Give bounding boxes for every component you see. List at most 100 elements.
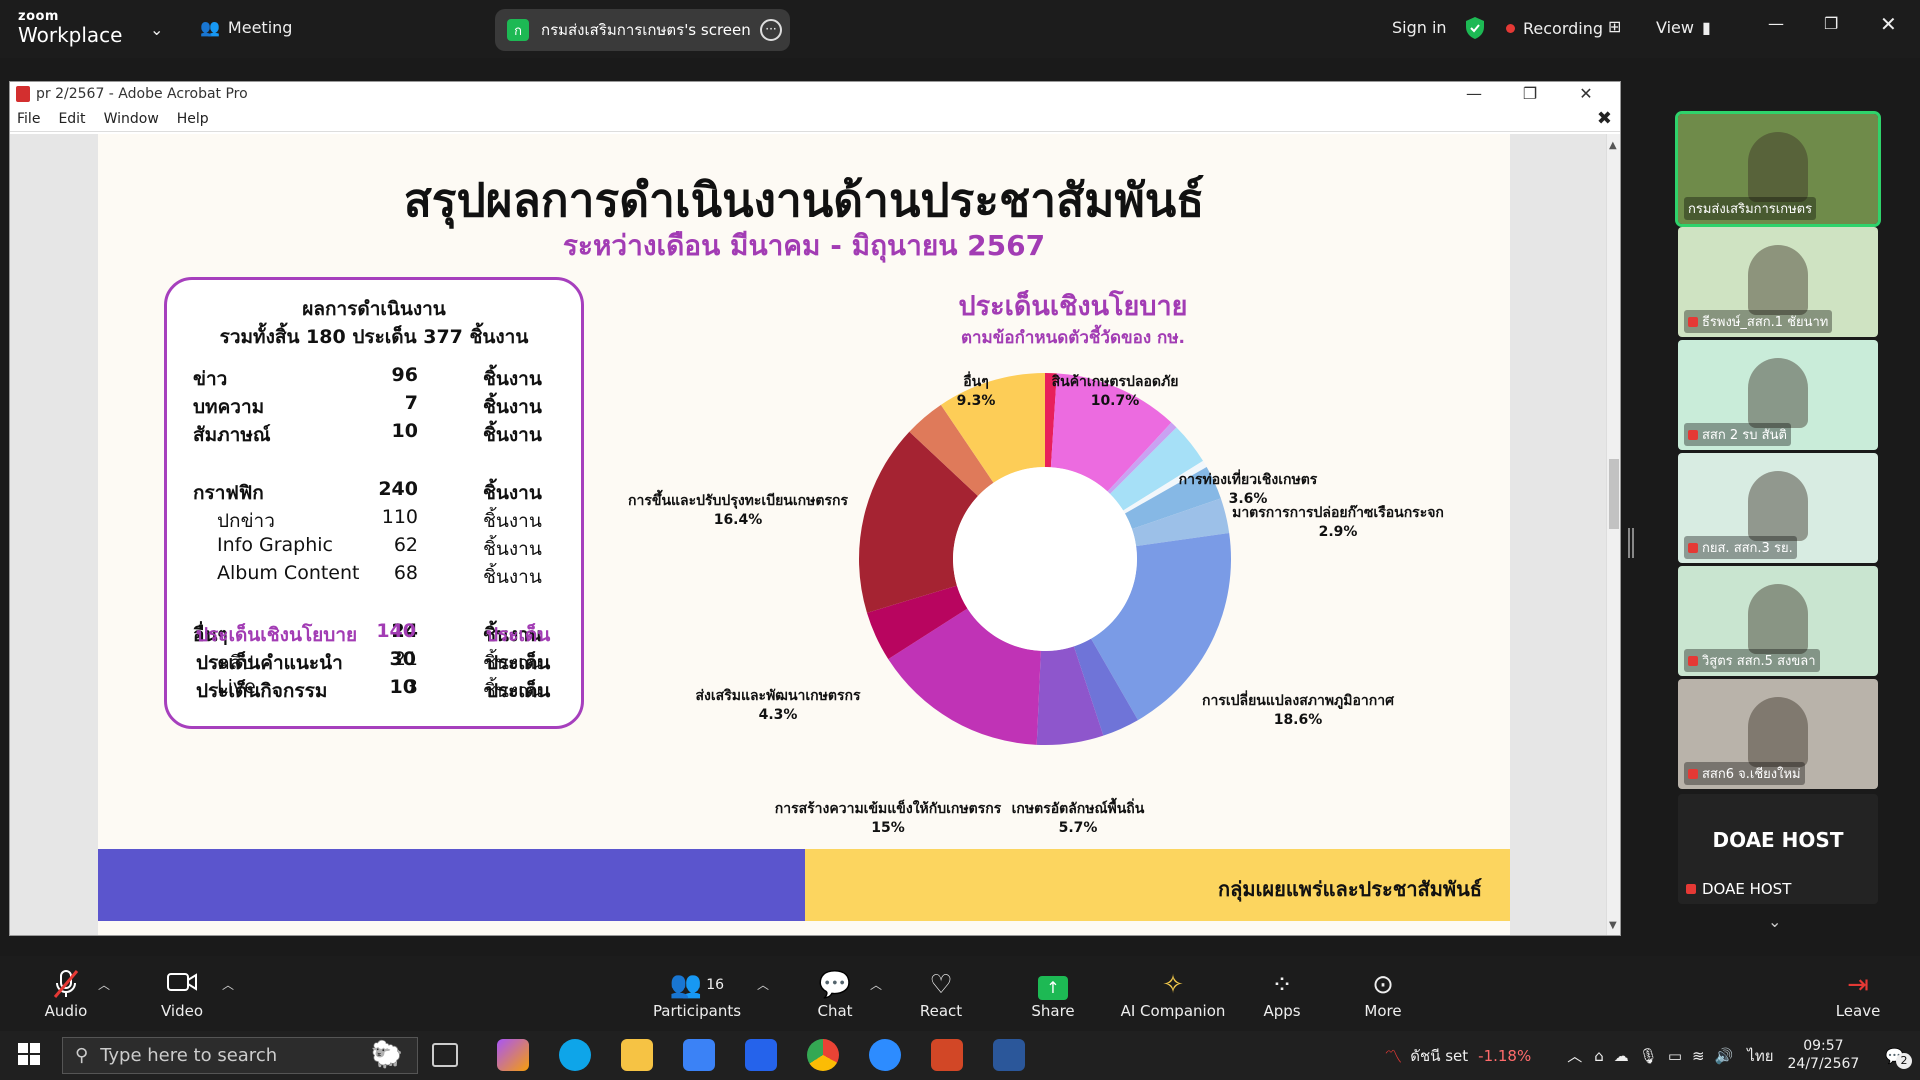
camera-icon bbox=[132, 968, 232, 1002]
participant-avatar bbox=[1748, 132, 1808, 202]
edge-icon[interactable] bbox=[559, 1039, 591, 1071]
document-viewport[interactable]: สรุปผลการดำเนินงานด้านประชาสัมพันธ์ ระหว… bbox=[10, 134, 1608, 935]
video-options-caret-icon[interactable]: ︿ bbox=[222, 976, 234, 993]
network-icon[interactable]: ⌂ bbox=[1594, 1047, 1604, 1065]
slice-label-name: การขึ้นและปรับปรุงทะเบียนเกษตรกร bbox=[628, 493, 848, 509]
slice-label-name: อื่นๆ bbox=[963, 374, 989, 390]
chevron-up-icon[interactable]: ︿ bbox=[1567, 1045, 1582, 1066]
word-icon[interactable] bbox=[993, 1039, 1025, 1071]
restore-icon[interactable]: ❐ bbox=[1824, 14, 1838, 33]
apps-icon: ⁘ bbox=[1271, 970, 1293, 1000]
cloud-icon[interactable]: ☁ bbox=[1614, 1047, 1629, 1065]
powerpoint-icon[interactable] bbox=[931, 1039, 963, 1071]
close-icon[interactable]: ✕ bbox=[1880, 12, 1897, 36]
windows-taskbar: ⚲ Type here to search 🐑 〽 ดัชนี set -1.1… bbox=[0, 1031, 1920, 1080]
slice-label: การเปลี่ยนแปลงสภาพภูมิอากาศ 18.6% bbox=[1138, 690, 1458, 728]
acrobat-close-icon[interactable]: ✕ bbox=[1562, 82, 1610, 106]
apps-button[interactable]: ⁘ Apps bbox=[1232, 968, 1332, 1020]
slice-label: อื่นๆ 9.3% bbox=[816, 371, 1136, 409]
slice-label-name: การสร้างความเข้มแข็งให้กับเกษตรกร bbox=[774, 801, 1002, 817]
zoom-app-icon[interactable] bbox=[869, 1039, 901, 1071]
windows-start-icon[interactable] bbox=[18, 1043, 40, 1069]
splitter-handle[interactable] bbox=[1628, 528, 1634, 558]
volume-icon[interactable]: 🔊 bbox=[1715, 1047, 1734, 1065]
video-button[interactable]: Video bbox=[132, 968, 232, 1020]
participant-name-tag: กยส. สสก.3 รย. bbox=[1684, 536, 1797, 559]
share-avatar: ก bbox=[507, 19, 529, 41]
mail-icon[interactable] bbox=[745, 1039, 777, 1071]
minimize-icon[interactable]: — bbox=[1768, 14, 1784, 33]
ai-companion-button[interactable]: ✧ AI Companion bbox=[1113, 968, 1233, 1020]
react-button[interactable]: ♡ React bbox=[891, 968, 991, 1020]
mic-muted-icon bbox=[1688, 542, 1698, 553]
battery-icon[interactable]: ▭ bbox=[1668, 1047, 1682, 1065]
host-tile[interactable]: DOAE HOST DOAE HOST bbox=[1678, 794, 1878, 904]
chrome-icon[interactable] bbox=[807, 1039, 839, 1071]
participant-name-tag: กรมส่งเสริมการเกษตร bbox=[1684, 197, 1817, 220]
copilot-icon[interactable] bbox=[497, 1039, 529, 1071]
task-view-icon[interactable] bbox=[432, 1043, 458, 1067]
stock-change[interactable]: -1.18% bbox=[1478, 1047, 1531, 1065]
leave-label: Leave bbox=[1835, 1002, 1881, 1020]
share-label-btn: Share bbox=[1031, 1002, 1075, 1020]
banner-text: กลุ่มเผยแพร่และประชาสัมพันธ์ bbox=[1218, 877, 1482, 901]
audio-options-caret-icon[interactable]: ︿ bbox=[98, 976, 110, 993]
participant-tile[interactable]: สสก6 จ.เชียงใหม่ bbox=[1678, 679, 1878, 789]
participant-avatar bbox=[1748, 471, 1808, 541]
microphone-icon[interactable]: 🎙 bbox=[1639, 1047, 1658, 1065]
more-button[interactable]: ⊙ More bbox=[1333, 968, 1433, 1020]
chevron-down-icon[interactable]: ⌄ bbox=[150, 20, 163, 39]
acrobat-restore-icon[interactable]: ❐ bbox=[1506, 82, 1554, 106]
sign-in-button[interactable]: Sign in bbox=[1392, 18, 1447, 37]
file-explorer-icon[interactable] bbox=[621, 1039, 653, 1071]
taskbar-search-input[interactable]: ⚲ Type here to search 🐑 bbox=[62, 1037, 418, 1074]
slice-label: มาตรการการปล่อยก๊าซเรือนกระจก 2.9% bbox=[1178, 502, 1498, 540]
scroll-down-icon[interactable]: ▼ bbox=[1609, 920, 1617, 931]
screen-share-indicator[interactable]: ก กรมส่งเสริมการเกษตร's screen ··· bbox=[495, 9, 790, 51]
clock[interactable]: 09:57 24/7/2567 bbox=[1788, 1038, 1860, 1073]
stock-name[interactable]: ดัชนี set bbox=[1410, 1044, 1468, 1068]
acrobat-minimize-icon[interactable]: — bbox=[1450, 82, 1498, 106]
close-document-icon[interactable]: ✖ bbox=[1597, 108, 1612, 129]
recording-label: Recording bbox=[1523, 19, 1604, 38]
leave-button[interactable]: ⇥ Leave bbox=[1808, 968, 1908, 1020]
menu-window[interactable]: Window bbox=[104, 111, 159, 127]
participant-name: วิสูตร สสก.5 สงขลา bbox=[1702, 654, 1816, 669]
meeting-icon: 👥 bbox=[200, 18, 220, 37]
share-screen-icon: ↑ bbox=[1003, 968, 1103, 1002]
language-indicator[interactable]: ไทย bbox=[1747, 1044, 1773, 1068]
wifi-icon[interactable]: ≋ bbox=[1692, 1047, 1705, 1065]
participant-tile[interactable]: ธีรพงษ์_สสก.1 ชัยนาท bbox=[1678, 227, 1878, 337]
share-button[interactable]: ↑ Share bbox=[1003, 968, 1103, 1020]
participant-tile[interactable]: กรมส่งเสริมการเกษตร bbox=[1675, 111, 1881, 227]
participants-caret-icon[interactable]: ︿ bbox=[757, 976, 769, 993]
search-placeholder: Type here to search bbox=[100, 1045, 278, 1066]
participant-name-tag: ธีรพงษ์_สสก.1 ชัยนาท bbox=[1684, 310, 1833, 333]
vertical-scrollbar[interactable]: ▲ ▼ bbox=[1606, 134, 1620, 935]
participant-tile[interactable]: วิสูตร สสก.5 สงขลา bbox=[1678, 566, 1878, 676]
store-icon[interactable] bbox=[683, 1039, 715, 1071]
chevron-down-icon[interactable]: ⌄ bbox=[1768, 912, 1781, 931]
acrobat-title: pr 2/2567 - Adobe Acrobat Pro bbox=[36, 86, 248, 102]
participant-tile[interactable]: กยส. สสก.3 รย. bbox=[1678, 453, 1878, 563]
scrollbar-thumb[interactable] bbox=[1609, 459, 1619, 529]
slice-label-pct: 9.3% bbox=[956, 393, 996, 409]
meeting-button[interactable]: 👥 Meeting bbox=[200, 18, 292, 37]
host-big-name: DOAE HOST bbox=[1712, 828, 1844, 852]
view-button[interactable]: View ▮ bbox=[1656, 18, 1711, 37]
chat-caret-icon[interactable]: ︿ bbox=[870, 976, 882, 993]
menu-edit[interactable]: Edit bbox=[58, 111, 85, 127]
recording-indicator[interactable]: Recording bbox=[1506, 19, 1603, 38]
share-label: กรมส่งเสริมการเกษตร's screen bbox=[541, 21, 751, 39]
notification-icon[interactable]: 💬 2 bbox=[1885, 1047, 1912, 1069]
participant-tile[interactable]: สสก 2 รบ สันติ bbox=[1678, 340, 1878, 450]
participants-button[interactable]: 👥 16 Participants bbox=[647, 968, 747, 1020]
menu-file[interactable]: File bbox=[17, 111, 40, 127]
more-options-icon[interactable]: ··· bbox=[760, 19, 782, 41]
gallery-grid-icon[interactable]: ⊞ bbox=[1608, 17, 1621, 36]
chat-label: Chat bbox=[817, 1002, 853, 1020]
shield-icon[interactable] bbox=[1464, 16, 1486, 40]
participant-avatar bbox=[1748, 584, 1808, 654]
scroll-up-icon[interactable]: ▲ bbox=[1609, 140, 1617, 151]
menu-help[interactable]: Help bbox=[177, 111, 209, 127]
